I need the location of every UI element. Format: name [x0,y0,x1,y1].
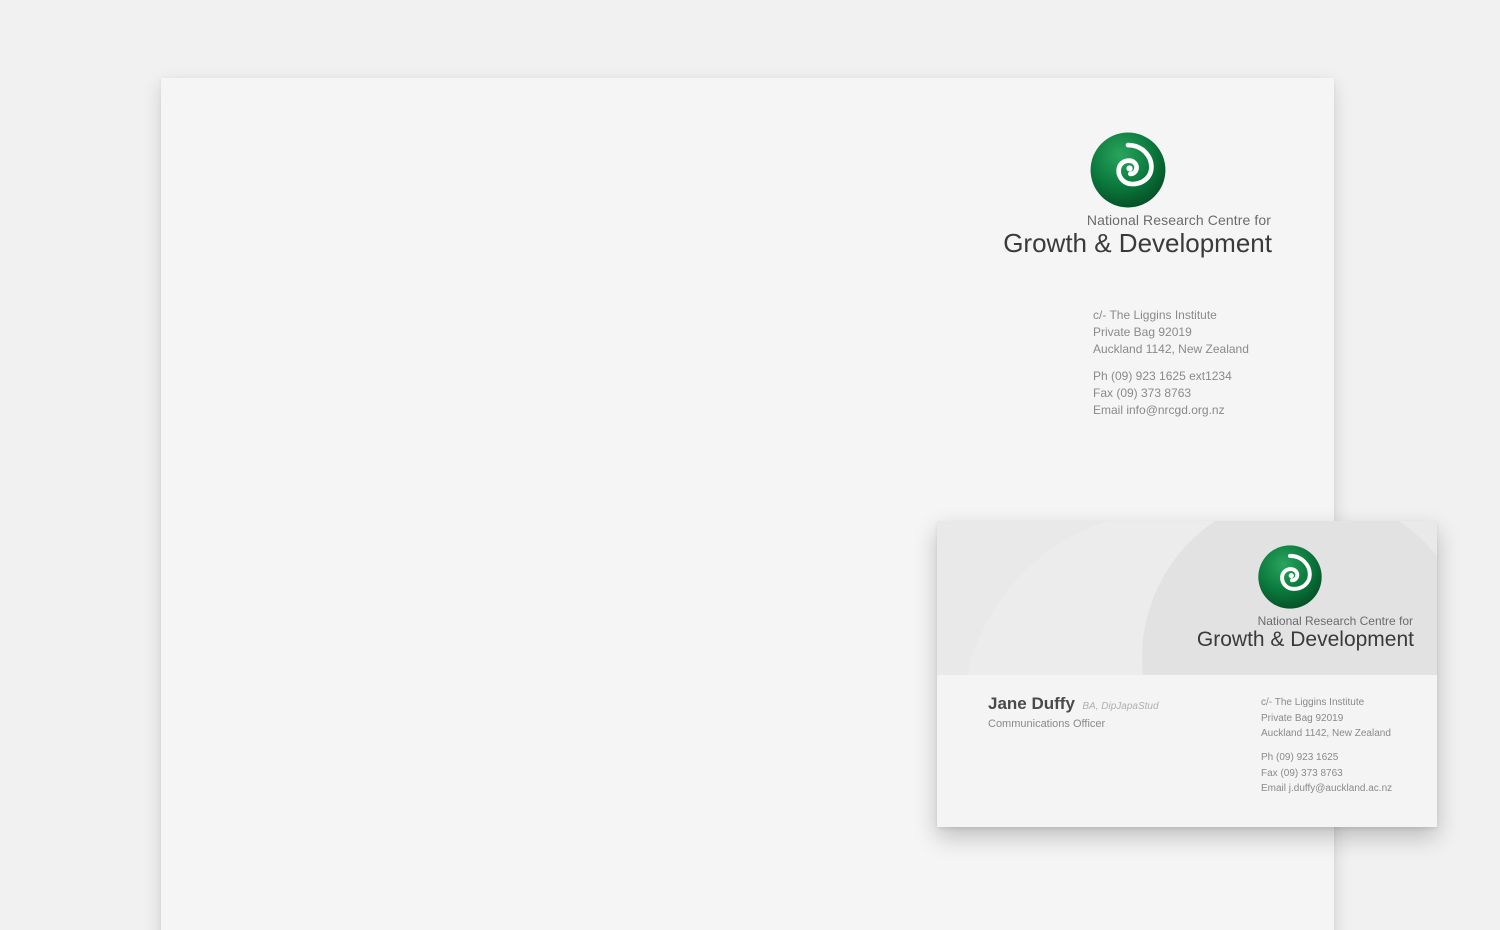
letterhead-contact: Ph (09) 923 1625 ext1234 Fax (09) 373 87… [1093,368,1232,419]
address-line: Auckland 1142, New Zealand [1261,728,1391,739]
spiral-koru-icon [1090,132,1166,208]
phone-line: Ph (09) 923 1625 [1261,752,1339,763]
address-line: c/- The Liggins Institute [1093,308,1217,322]
org-name-small: National Research Centre for [1257,614,1413,628]
address-line: Private Bag 92019 [1093,325,1192,339]
card-address: c/- The Liggins Institute Private Bag 92… [1261,695,1391,742]
address-line: Private Bag 92019 [1261,712,1344,724]
person-credentials: BA, DipJapaStud [1082,701,1159,712]
person-role: Communications Officer [988,718,1106,730]
fax-line: Fax (09) 373 8763 [1093,386,1192,400]
email-line: Email info@nrcgd.org.nz [1093,403,1225,417]
stationery-mockup: National Research Centre for Growth & De… [0,0,1500,930]
person-name: Jane Duffy [988,694,1075,713]
fax-line: Fax (09) 373 8763 [1261,767,1343,779]
org-name-large: Growth & Development [1003,228,1272,258]
spiral-koru-icon [1258,545,1322,609]
card-contact: Ph (09) 923 1625 Fax (09) 373 8763 Email… [1261,750,1392,797]
business-card: National Research Centre for Growth & De… [937,521,1437,827]
address-line: Auckland 1142, New Zealand [1093,342,1249,356]
business-card-header: National Research Centre for Growth & De… [937,521,1437,675]
letterhead-address: c/- The Liggins Institute Private Bag 92… [1093,307,1249,358]
card-holder-name: Jane Duffy BA, DipJapaStud [988,694,1159,714]
phone-line: Ph (09) 923 1625 ext1234 [1093,369,1232,383]
email-line: Email j.duffy@auckland.ac.nz [1261,783,1393,794]
org-name-small: National Research Centre for [1086,212,1271,228]
org-name-large: Growth & Development [1196,628,1414,651]
address-line: c/- The Liggins Institute [1261,697,1365,708]
